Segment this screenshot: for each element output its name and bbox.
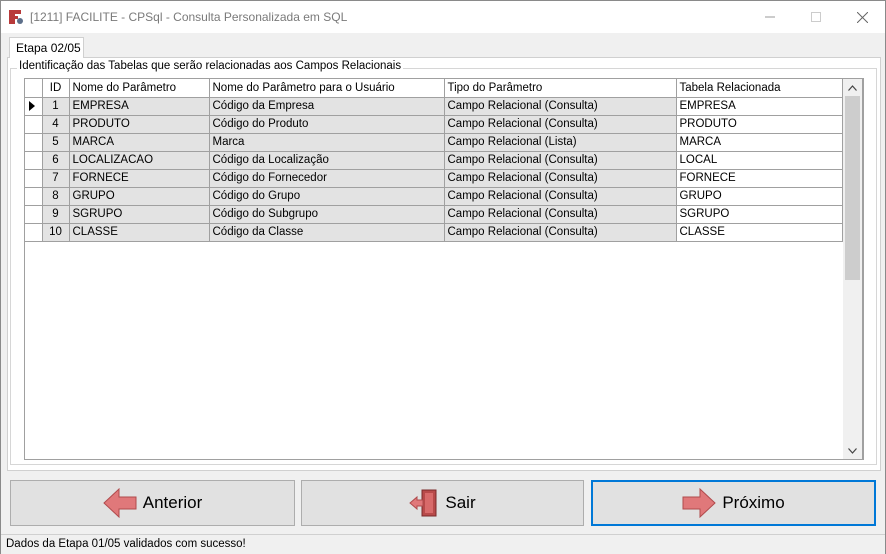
- column-header-tipo[interactable]: Tipo do Parâmetro: [444, 79, 677, 98]
- maximize-icon: [811, 12, 821, 22]
- cell-tabela[interactable]: MARCA: [676, 133, 843, 152]
- cell-tipo[interactable]: Campo Relacional (Consulta): [444, 115, 677, 134]
- cell-tabela[interactable]: GRUPO: [676, 187, 843, 206]
- maximize-button[interactable]: [793, 1, 839, 33]
- close-button[interactable]: [839, 1, 885, 33]
- table-row[interactable]: 8 GRUPO Código do Grupo Campo Relacional…: [25, 187, 843, 206]
- vertical-scrollbar[interactable]: [843, 78, 863, 460]
- minimize-icon: [765, 16, 775, 18]
- cell-nome[interactable]: LOCALIZACAO: [69, 151, 210, 170]
- cell-tabela[interactable]: LOCAL: [676, 151, 843, 170]
- cell-nome-usuario[interactable]: Marca: [209, 133, 445, 152]
- cell-nome[interactable]: CLASSE: [69, 223, 210, 242]
- cell-tabela[interactable]: FORNECE: [676, 169, 843, 188]
- parameters-grid[interactable]: ID Nome do Parâmetro Nome do Parâmetro p…: [24, 78, 864, 460]
- exit-button-label: Sair: [445, 493, 476, 512]
- cell-tipo[interactable]: Campo Relacional (Consulta): [444, 97, 677, 116]
- table-row[interactable]: 4 PRODUTO Código do Produto Campo Relaci…: [25, 115, 843, 134]
- cell-nome[interactable]: FORNECE: [69, 169, 210, 188]
- current-row-pointer-icon: [29, 101, 35, 111]
- cell-tipo[interactable]: Campo Relacional (Consulta): [444, 205, 677, 224]
- next-button[interactable]: Próximo: [591, 480, 876, 526]
- cell-nome[interactable]: GRUPO: [69, 187, 210, 206]
- main-window: [1211] FACILITE - CPSql - Consulta Perso…: [0, 0, 886, 554]
- cell-nome-usuario[interactable]: Código da Localização: [209, 151, 445, 170]
- status-bar: Dados da Etapa 01/05 validados com suces…: [1, 534, 885, 554]
- status-text: Dados da Etapa 01/05 validados com suces…: [6, 538, 246, 550]
- column-header-id[interactable]: ID: [42, 79, 70, 98]
- arrow-left-icon: [103, 488, 137, 518]
- cell-tabela[interactable]: EMPRESA: [676, 97, 843, 116]
- row-indicator: [25, 223, 43, 242]
- row-indicator: [25, 133, 43, 152]
- cell-nome-usuario[interactable]: Código do Grupo: [209, 187, 445, 206]
- tab-etapa[interactable]: Etapa 02/05: [9, 37, 84, 58]
- row-indicator: [25, 115, 43, 134]
- cell-id[interactable]: 8: [42, 187, 70, 206]
- cell-nome-usuario[interactable]: Código da Empresa: [209, 97, 445, 116]
- cell-id[interactable]: 5: [42, 133, 70, 152]
- cell-nome[interactable]: SGRUPO: [69, 205, 210, 224]
- cell-nome-usuario[interactable]: Código do Fornecedor: [209, 169, 445, 188]
- row-indicator: [25, 205, 43, 224]
- cell-tipo[interactable]: Campo Relacional (Consulta): [444, 169, 677, 188]
- chevron-down-icon: [848, 447, 857, 454]
- table-row[interactable]: 1 EMPRESA Código da Empresa Campo Relaci…: [25, 97, 843, 116]
- facilite-app-icon: [9, 10, 23, 24]
- cell-id[interactable]: 10: [42, 223, 70, 242]
- cell-id[interactable]: 9: [42, 205, 70, 224]
- table-row[interactable]: 6 LOCALIZACAO Código da Localização Camp…: [25, 151, 843, 170]
- scroll-thumb[interactable]: [845, 96, 860, 280]
- arrow-right-icon: [682, 488, 717, 518]
- scroll-up-button[interactable]: [843, 79, 862, 96]
- row-indicator: [25, 97, 43, 116]
- cell-tipo[interactable]: Campo Relacional (Consulta): [444, 151, 677, 170]
- cell-tabela[interactable]: PRODUTO: [676, 115, 843, 134]
- cell-tipo[interactable]: Campo Relacional (Consulta): [444, 223, 677, 242]
- row-indicator: [25, 151, 43, 170]
- table-row[interactable]: 7 FORNECE Código do Fornecedor Campo Rel…: [25, 169, 843, 188]
- cell-nome-usuario[interactable]: Código do Produto: [209, 115, 445, 134]
- cell-nome-usuario[interactable]: Código da Classe: [209, 223, 445, 242]
- column-header-nome-usuario[interactable]: Nome do Parâmetro para o Usuário: [209, 79, 445, 98]
- row-indicator: [25, 169, 43, 188]
- cell-tabela[interactable]: SGRUPO: [676, 205, 843, 224]
- cell-nome[interactable]: MARCA: [69, 133, 210, 152]
- parameters-table: ID Nome do Parâmetro Nome do Parâmetro p…: [25, 79, 843, 242]
- exit-door-icon: [409, 489, 437, 517]
- previous-button-label: Anterior: [142, 493, 203, 512]
- scroll-down-button[interactable]: [843, 442, 862, 459]
- previous-button[interactable]: Anterior: [10, 480, 295, 526]
- cell-tipo[interactable]: Campo Relacional (Lista): [444, 133, 677, 152]
- column-header-nome[interactable]: Nome do Parâmetro: [69, 79, 210, 98]
- close-icon: [856, 11, 868, 23]
- column-header-tabela[interactable]: Tabela Relacionada: [676, 79, 843, 98]
- table-row[interactable]: 10 CLASSE Código da Classe Campo Relacio…: [25, 223, 843, 242]
- cell-tabela[interactable]: CLASSE: [676, 223, 843, 242]
- cell-id[interactable]: 4: [42, 115, 70, 134]
- cell-id[interactable]: 1: [42, 97, 70, 116]
- group-legend: Identificação das Tabelas que serão rela…: [17, 60, 404, 72]
- cell-nome-usuario[interactable]: Código do Subgrupo: [209, 205, 445, 224]
- cell-id[interactable]: 6: [42, 151, 70, 170]
- exit-button[interactable]: Sair: [301, 480, 584, 526]
- minimize-button[interactable]: [747, 1, 793, 33]
- table-row[interactable]: 9 SGRUPO Código do Subgrupo Campo Relaci…: [25, 205, 843, 224]
- row-indicator: [25, 187, 43, 206]
- indicator-header: [25, 79, 43, 98]
- cell-tipo[interactable]: Campo Relacional (Consulta): [444, 187, 677, 206]
- table-row[interactable]: 5 MARCA Marca Campo Relacional (Lista) M…: [25, 133, 843, 152]
- table-header-row: ID Nome do Parâmetro Nome do Parâmetro p…: [25, 79, 843, 98]
- next-button-label: Próximo: [722, 493, 785, 512]
- window-title: [1211] FACILITE - CPSql - Consulta Perso…: [30, 10, 348, 24]
- cell-id[interactable]: 7: [42, 169, 70, 188]
- chevron-up-icon: [848, 84, 857, 91]
- cell-nome[interactable]: PRODUTO: [69, 115, 210, 134]
- cell-nome[interactable]: EMPRESA: [69, 97, 210, 116]
- title-bar[interactable]: [1211] FACILITE - CPSql - Consulta Perso…: [1, 1, 885, 33]
